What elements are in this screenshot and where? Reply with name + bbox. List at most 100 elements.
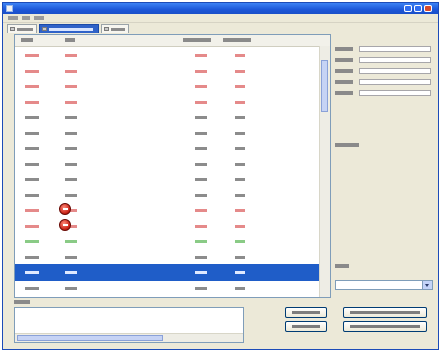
application-window (2, 2, 439, 350)
field-value[interactable] (359, 79, 431, 85)
table-cell (195, 178, 207, 181)
table-row[interactable] (15, 47, 321, 64)
table-cell (25, 162, 39, 166)
table-cell (25, 85, 39, 88)
action-button-1[interactable] (285, 307, 327, 318)
table-row[interactable] (15, 78, 321, 95)
window-title (17, 5, 107, 11)
maximize-button[interactable] (414, 5, 422, 12)
action-button-2[interactable] (343, 307, 427, 318)
column-header-4[interactable] (223, 38, 251, 42)
table-row[interactable] (15, 249, 321, 266)
table-row[interactable] (15, 109, 321, 126)
table-cell (235, 255, 245, 259)
field-value[interactable] (359, 68, 431, 74)
table-row[interactable] (15, 187, 321, 204)
chevron-down-icon[interactable] (422, 281, 432, 289)
tab-1-icon (10, 27, 15, 31)
horizontal-scrollbar-thumb[interactable] (17, 335, 163, 341)
field-label (335, 91, 353, 95)
table-cell (235, 131, 245, 135)
close-button[interactable] (424, 5, 432, 12)
table-row[interactable] (15, 280, 321, 297)
table-cell (65, 162, 77, 166)
table-row-selected[interactable] (15, 264, 321, 281)
table-row[interactable] (15, 233, 321, 250)
section-label (335, 143, 359, 147)
table-cell (195, 131, 207, 135)
tab-strip (3, 22, 438, 34)
tab-3[interactable] (101, 24, 129, 33)
table-cell (195, 85, 207, 88)
table-row[interactable] (15, 156, 321, 173)
tab-2[interactable] (39, 24, 99, 33)
table-cell (25, 147, 39, 150)
bottom-text-area[interactable] (14, 307, 244, 343)
field-label (335, 47, 353, 51)
table-row[interactable] (15, 140, 321, 157)
table-cell (65, 54, 77, 57)
column-header-1[interactable] (21, 38, 33, 42)
dropdown-label (335, 264, 349, 268)
table-cell (25, 131, 39, 135)
tab-1[interactable] (7, 24, 37, 33)
table-cell (25, 240, 39, 243)
table-cell (235, 100, 245, 104)
table-cell (195, 69, 207, 73)
table-cell (25, 54, 39, 57)
table-cell (65, 193, 77, 197)
error-icon (59, 203, 71, 215)
table-row[interactable] (15, 125, 321, 142)
table-cell (235, 116, 245, 119)
list-header (15, 35, 330, 47)
tab-3-label (111, 28, 125, 31)
field-value[interactable] (359, 57, 431, 63)
menu-item-1[interactable] (8, 16, 18, 20)
table-cell (235, 193, 245, 197)
action-button-3[interactable] (285, 321, 327, 332)
scrollbar-thumb[interactable] (321, 60, 328, 112)
minimize-button[interactable] (404, 5, 412, 12)
column-header-3[interactable] (183, 38, 211, 42)
column-header-2[interactable] (65, 38, 75, 42)
table-cell (235, 162, 245, 166)
table-cell (195, 255, 207, 259)
table-cell (65, 85, 77, 88)
tab-2-label (49, 28, 93, 31)
table-cell (195, 193, 207, 197)
vertical-scrollbar[interactable] (319, 46, 330, 297)
app-icon (6, 5, 13, 12)
table-cell (25, 224, 39, 228)
action-button-1-label (292, 311, 320, 314)
table-cell (65, 178, 77, 181)
table-row[interactable] (15, 171, 321, 188)
table-row[interactable] (15, 94, 321, 111)
table-row[interactable] (15, 63, 321, 80)
table-cell (195, 162, 207, 166)
table-cell (195, 224, 207, 228)
field-label (335, 58, 353, 62)
table-cell (195, 240, 207, 243)
table-cell (25, 178, 39, 181)
table-row[interactable] (15, 202, 321, 219)
tab-2-icon (42, 27, 47, 31)
action-button-4[interactable] (343, 321, 427, 332)
table-row[interactable] (15, 218, 321, 235)
table-cell (65, 131, 77, 135)
table-cell (195, 209, 207, 212)
field-value[interactable] (359, 90, 431, 96)
table-cell (195, 100, 207, 104)
table-cell (195, 116, 207, 119)
results-list[interactable] (14, 34, 331, 298)
menu-item-2[interactable] (22, 16, 30, 20)
action-button-2-label (350, 311, 420, 314)
table-cell (25, 193, 39, 197)
menu-item-3[interactable] (34, 16, 44, 20)
table-cell (25, 69, 39, 73)
table-cell (25, 255, 39, 259)
title-bar[interactable] (3, 3, 438, 14)
field-label (335, 80, 353, 84)
field-value[interactable] (359, 46, 431, 52)
horizontal-scrollbar[interactable] (15, 333, 243, 342)
option-dropdown[interactable] (335, 280, 433, 290)
